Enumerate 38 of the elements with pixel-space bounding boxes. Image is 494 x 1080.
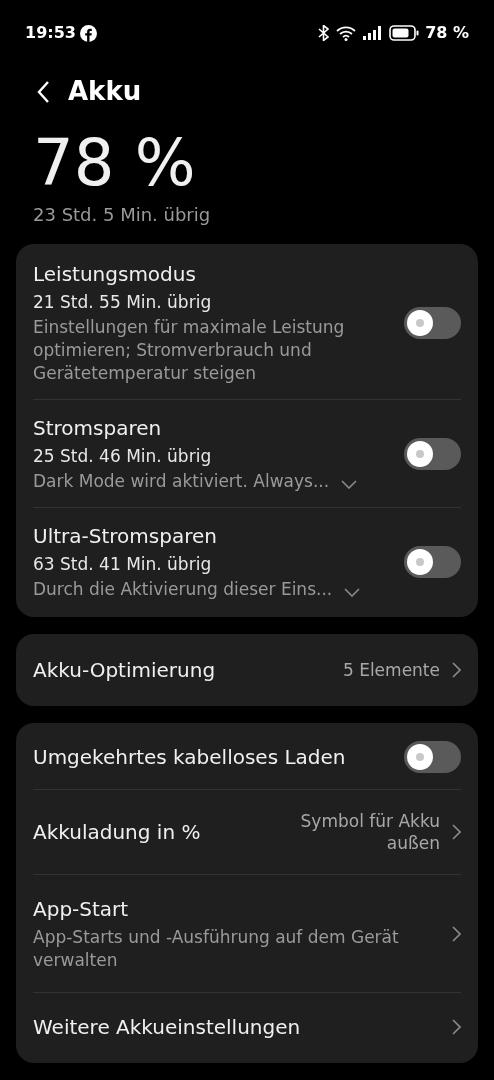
remaining-time: 21 Std. 55 Min. übrig [33, 291, 213, 314]
chevron-down-icon[interactable] [341, 480, 358, 489]
setting-title: Akku-Optimierung [33, 657, 217, 684]
setting-title: Umgekehrtes kabelloses Laden [33, 744, 347, 771]
setting-description: App-Starts und -Ausführung auf dem Gerät verwalten [33, 926, 400, 972]
setting-title: Leistungsmodus [33, 261, 197, 288]
toggle-switch[interactable] [404, 306, 461, 339]
toggle-switch[interactable] [404, 545, 461, 578]
battery-icon [389, 25, 420, 41]
setting-title: Ultra-Stromsparen [33, 523, 218, 550]
setting-title: Weitere Akkueinstellungen [33, 1014, 302, 1041]
status-time: 19:53 [25, 22, 76, 44]
setting-description: Durch die Aktivierung dieser Eins... [33, 578, 333, 601]
back-icon[interactable] [36, 79, 50, 104]
toggle-switch[interactable] [404, 741, 461, 773]
chevron-right-icon [452, 1019, 461, 1035]
chevron-right-icon [452, 824, 461, 840]
setting-description: Einstellungen für maximale Leistung optimieren; Stromverbrauch und Gerätetemperatur steigen [33, 316, 346, 385]
setting-title: Akkuladung in % [33, 819, 202, 846]
chevron-right-icon [452, 662, 461, 678]
bluetooth-icon [318, 25, 330, 41]
toggle-switch[interactable] [404, 437, 461, 470]
signal-icon [363, 26, 384, 40]
setting-description: Dark Mode wird aktiviert. Always... [33, 470, 330, 493]
wifi-icon [335, 25, 358, 41]
remaining-time: 25 Std. 46 Min. übrig [33, 445, 213, 468]
setting-title: Stromsparen [33, 415, 163, 442]
chevron-right-icon [452, 925, 461, 942]
remaining-time: 63 Std. 41 Min. übrig [33, 553, 213, 576]
setting-value: Symbol für Akku außen [299, 810, 440, 854]
chevron-down-icon[interactable] [344, 588, 361, 597]
page-title: Akku [68, 75, 142, 108]
setting-title: App-Start [33, 896, 130, 923]
battery-percent: 78 % [425, 22, 469, 44]
remaining-time: 23 Std. 5 Min. übrig [33, 203, 212, 227]
facebook-icon [79, 24, 97, 42]
setting-value: 5 Elemente [342, 659, 440, 681]
battery-level-text: 78 % [33, 125, 197, 202]
